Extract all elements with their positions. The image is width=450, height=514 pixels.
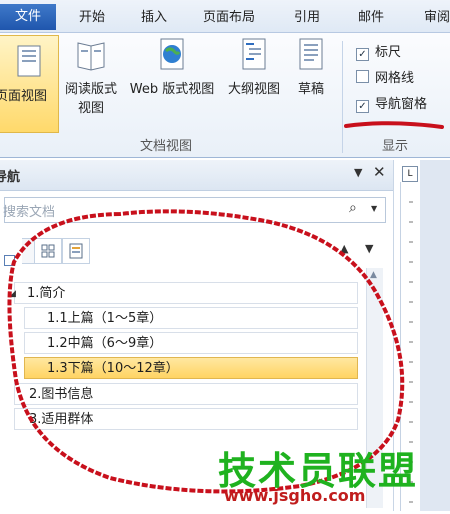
watermark-url: www.jsgho.com — [224, 486, 366, 505]
red-annotation-overlay — [7, 121, 444, 494]
underline-annotation — [344, 121, 444, 129]
